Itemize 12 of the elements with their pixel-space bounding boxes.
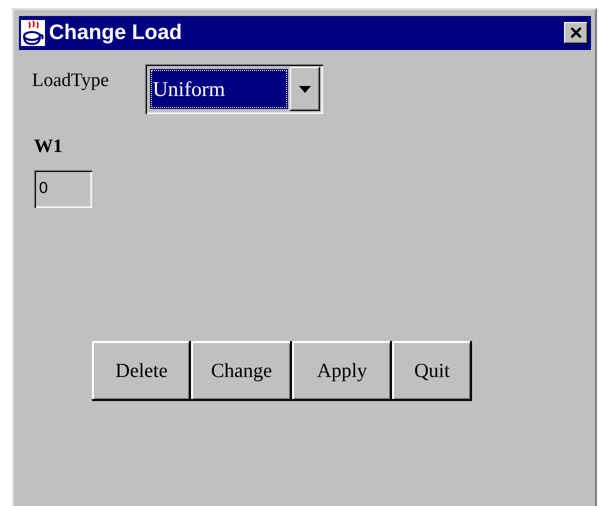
action-button[interactable]: Quit <box>392 341 472 401</box>
w1-input-field[interactable]: 0 <box>34 170 92 208</box>
close-button[interactable]: × <box>564 22 588 44</box>
dropdown-arrow-button[interactable] <box>290 67 320 111</box>
caret-icon <box>298 86 311 92</box>
load-type-dropdown[interactable]: Uniform <box>144 64 323 114</box>
action-button[interactable]: Change <box>191 341 292 401</box>
w1-label: W1 <box>34 136 64 158</box>
action-button[interactable]: Apply <box>292 341 392 401</box>
window-title: Change Load <box>49 21 184 45</box>
load-type-label: LoadType <box>32 69 109 92</box>
action-button[interactable]: Delete <box>92 341 191 401</box>
